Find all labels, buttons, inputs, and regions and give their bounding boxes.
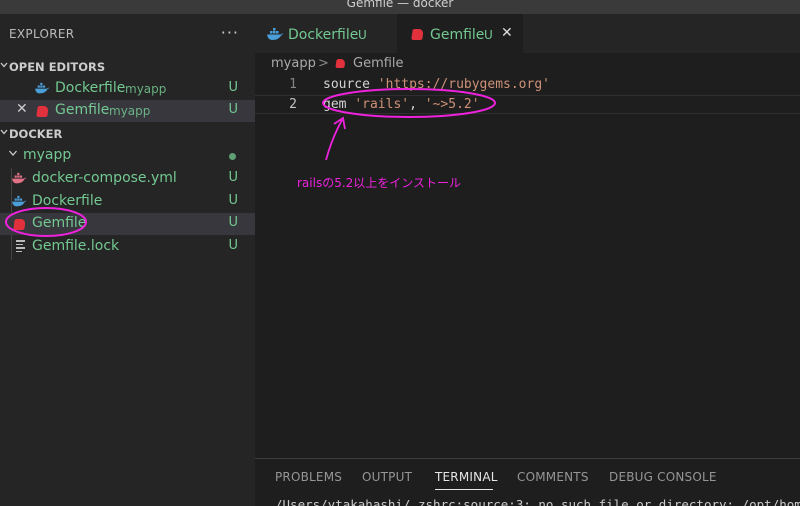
editor-tabs: Dockerfile U Gemfile U ✕ xyxy=(255,14,800,53)
explorer-header: EXPLORER ··· xyxy=(0,14,255,56)
panel-tab-comments[interactable]: COMMENTS xyxy=(517,470,589,484)
file-name: docker-compose.yml xyxy=(32,170,177,186)
section-docker[interactable]: DOCKER xyxy=(0,123,255,145)
tab-label: Gemfile xyxy=(430,27,485,43)
open-editor-folder: myapp xyxy=(125,82,167,96)
code-separator: , xyxy=(409,97,425,112)
docker-icon xyxy=(35,82,49,94)
file-name: Gemfile xyxy=(32,215,87,231)
explorer-sidebar: EXPLORER ··· OPEN EDITORS Dockerfile mya… xyxy=(0,14,255,506)
ruby-icon xyxy=(411,29,424,40)
breadcrumb-file[interactable]: Gemfile xyxy=(353,56,404,71)
explorer-title: EXPLORER xyxy=(9,27,75,41)
section-label: DOCKER xyxy=(9,127,63,141)
line-number: 1 xyxy=(289,77,297,92)
chevron-down-icon xyxy=(0,127,8,140)
ruby-icon xyxy=(36,106,49,117)
bottom-panel: PROBLEMS OUTPUT TERMINAL COMMENTS DEBUG … xyxy=(255,458,800,506)
git-status-badge: U xyxy=(228,80,238,95)
window-title: Gemfile — docker xyxy=(346,0,454,10)
git-status-badge: U xyxy=(228,215,238,230)
ruby-icon xyxy=(13,219,26,230)
title-bar: Gemfile — docker xyxy=(0,0,800,14)
code-text: gem 'rails', '~>5.2' xyxy=(323,97,480,112)
tab-label: Dockerfile xyxy=(288,27,359,43)
folder-name: myapp xyxy=(23,147,72,163)
code-text: source 'https://rubygems.org' xyxy=(323,77,550,92)
breadcrumb-separator: > xyxy=(318,56,329,71)
file-name: Gemfile.lock xyxy=(32,238,120,254)
annotation-text: railsの5.2以上をインストール xyxy=(297,176,462,190)
folder-myapp[interactable]: myapp xyxy=(0,145,255,167)
git-status-badge: U xyxy=(484,28,493,42)
code-string: 'https://rubygems.org' xyxy=(377,77,550,92)
open-editor-name: Gemfile xyxy=(55,102,110,118)
chevron-down-icon xyxy=(0,60,8,73)
terminal-output[interactable]: /Users/ytakahashi/.zshrc:source:3: no su… xyxy=(275,497,800,506)
modified-dot-icon xyxy=(229,153,236,160)
lines-icon xyxy=(16,240,28,253)
docker-icon xyxy=(267,28,283,40)
file-dockerfile[interactable]: Dockerfile U xyxy=(0,191,255,213)
code-line-current[interactable]: 2 gem 'rails', '~>5.2' xyxy=(255,95,800,114)
docker-compose-icon xyxy=(12,172,26,184)
chevron-down-icon xyxy=(8,148,18,161)
git-status-badge: U xyxy=(358,28,367,42)
active-tab-indicator xyxy=(435,489,493,490)
file-name: Dockerfile xyxy=(32,193,103,209)
ellipsis-icon[interactable]: ··· xyxy=(221,23,239,42)
code-keyword: source xyxy=(323,77,378,92)
docker-icon xyxy=(12,195,26,207)
breadcrumb-folder[interactable]: myapp xyxy=(271,56,316,71)
git-status-badge: U xyxy=(228,193,238,208)
code-keyword: gem xyxy=(323,97,355,112)
git-status-badge: U xyxy=(228,170,238,185)
close-icon[interactable]: ✕ xyxy=(16,101,28,117)
tab-dockerfile[interactable]: Dockerfile U xyxy=(255,14,397,53)
file-docker-compose[interactable]: docker-compose.yml U xyxy=(0,168,255,190)
section-open-editors[interactable]: OPEN EDITORS xyxy=(0,56,255,78)
editor-area: Dockerfile U Gemfile U ✕ myapp > Gemfile… xyxy=(255,14,800,458)
file-gemfile-lock[interactable]: Gemfile.lock U xyxy=(0,236,255,258)
panel-tab-terminal[interactable]: TERMINAL xyxy=(435,470,498,484)
open-editor-folder: myapp xyxy=(109,104,151,118)
code-string: 'rails' xyxy=(354,97,410,112)
panel-tab-output[interactable]: OUTPUT xyxy=(362,470,412,484)
file-gemfile[interactable]: Gemfile U xyxy=(0,213,255,235)
ruby-icon xyxy=(335,59,346,68)
section-label: OPEN EDITORS xyxy=(9,60,106,74)
git-status-badge: U xyxy=(228,238,238,253)
panel-tab-debug-console[interactable]: DEBUG CONSOLE xyxy=(609,470,717,484)
code-string: '~>5.2' xyxy=(424,97,480,112)
open-editor-dockerfile[interactable]: Dockerfile myapp U xyxy=(0,78,255,100)
open-editor-gemfile[interactable]: ✕ Gemfile myapp U xyxy=(0,100,255,122)
code-line[interactable]: 1 source 'https://rubygems.org' xyxy=(255,76,800,95)
panel-tab-problems[interactable]: PROBLEMS xyxy=(275,470,342,484)
open-editor-name: Dockerfile xyxy=(55,80,126,96)
line-number: 2 xyxy=(289,97,297,112)
git-status-badge: U xyxy=(228,102,238,117)
tab-gemfile[interactable]: Gemfile U ✕ xyxy=(397,14,523,53)
close-icon[interactable]: ✕ xyxy=(501,25,513,41)
